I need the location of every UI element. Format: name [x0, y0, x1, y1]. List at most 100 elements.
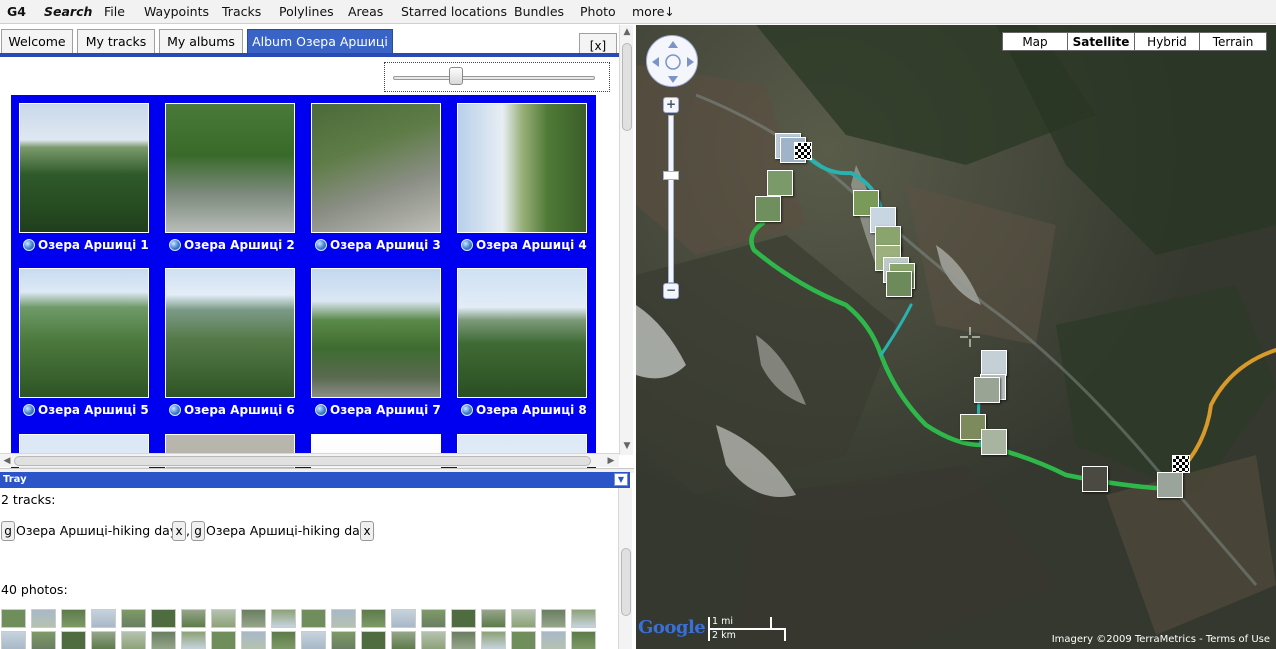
menu-more[interactable]: more↓ — [632, 4, 675, 19]
tray-photo-thumbnail[interactable] — [31, 609, 56, 628]
photo-caption[interactable]: Озера Аршиці 4 — [461, 238, 587, 252]
photo-thumbnail[interactable] — [19, 103, 149, 233]
zoom-out-button[interactable]: − — [663, 283, 679, 299]
tray-photo-thumbnail[interactable] — [451, 609, 476, 628]
zoom-in-button[interactable]: + — [663, 97, 679, 113]
tray-scrollbar[interactable] — [618, 488, 632, 649]
album-photo[interactable]: Озера Аршиці 2 — [165, 103, 295, 263]
scrollbar-thumb[interactable] — [622, 43, 632, 131]
menu-polylines[interactable]: Polylines — [279, 4, 334, 19]
zoom-rail[interactable] — [668, 115, 674, 283]
tray-photo-thumbnail[interactable] — [31, 631, 56, 649]
tray-photo-thumbnail[interactable] — [181, 631, 206, 649]
scroll-right-icon[interactable]: ▶ — [604, 454, 618, 468]
tab-album[interactable]: Album Озера Аршиці — [247, 29, 393, 53]
tray-photo-thumbnail[interactable] — [361, 631, 386, 649]
tray-photo-thumbnail[interactable] — [61, 631, 86, 649]
tray-photo-thumbnail[interactable] — [301, 609, 326, 628]
album-photo[interactable]: Озера Аршиці 3 — [311, 103, 441, 263]
photo-marker[interactable] — [1157, 472, 1183, 498]
tray-photo-thumbnail[interactable] — [331, 631, 356, 649]
tray-photo-thumbnail[interactable] — [541, 631, 566, 649]
go-to-track-button[interactable]: g — [1, 521, 15, 541]
tray-photo-thumbnail[interactable] — [211, 631, 236, 649]
photo-caption[interactable]: Озера Аршиці 7 — [315, 403, 441, 417]
chevron-down-icon[interactable]: ▼ — [614, 473, 628, 486]
album-photo[interactable]: Озера Аршиці 6 — [165, 268, 295, 428]
tray-photo-thumbnail[interactable] — [121, 609, 146, 628]
tray-photo-thumbnail[interactable] — [241, 631, 266, 649]
scroll-down-icon[interactable]: ▼ — [620, 439, 634, 453]
tab-my-albums[interactable]: My albums — [159, 29, 243, 53]
album-photo[interactable]: Озера Аршиці 1 — [19, 103, 149, 263]
photo-marker[interactable] — [974, 377, 1000, 403]
map-type-hybrid[interactable]: Hybrid — [1134, 32, 1200, 51]
map-type-terrain[interactable]: Terrain — [1199, 32, 1267, 51]
tray-photo-thumbnail[interactable] — [241, 609, 266, 628]
tray-photo-thumbnail[interactable] — [331, 609, 356, 628]
tab-my-tracks[interactable]: My tracks — [77, 29, 155, 53]
scroll-up-icon[interactable]: ▲ — [620, 25, 634, 39]
tray-photo-thumbnail[interactable] — [571, 631, 596, 649]
scroll-left-icon[interactable]: ◀ — [0, 454, 14, 468]
album-photo[interactable]: Озера Аршиці 8 — [457, 268, 587, 428]
tray-photo-thumbnail[interactable] — [451, 631, 476, 649]
map-type-satellite[interactable]: Satellite — [1067, 32, 1135, 51]
tray-photo-thumbnail[interactable] — [481, 609, 506, 628]
map-attribution[interactable]: Imagery ©2009 TerraMetrics - Terms of Us… — [1052, 634, 1270, 645]
photo-marker[interactable] — [886, 271, 912, 297]
tray-photo-thumbnail[interactable] — [421, 631, 446, 649]
album-photo[interactable]: Озера Аршиці 7 — [311, 268, 441, 428]
menu-waypoints[interactable]: Waypoints — [144, 4, 209, 19]
tray-photo-thumbnail[interactable] — [391, 609, 416, 628]
photo-thumbnail[interactable] — [165, 103, 295, 233]
tray-photo-thumbnail[interactable] — [301, 631, 326, 649]
tray-photo-thumbnail[interactable] — [91, 609, 116, 628]
finish-flag-icon[interactable] — [1172, 455, 1190, 473]
photo-marker[interactable] — [755, 196, 781, 222]
photo-caption[interactable]: Озера Аршиці 2 — [169, 238, 295, 252]
tray-photo-thumbnail[interactable] — [391, 631, 416, 649]
slider-thumb[interactable] — [449, 67, 464, 85]
menu-bundles[interactable]: Bundles — [514, 4, 564, 19]
photo-marker[interactable] — [1082, 466, 1108, 492]
photo-thumbnail[interactable] — [457, 103, 587, 233]
photo-thumbnail[interactable] — [311, 103, 441, 233]
tray-photo-thumbnail[interactable] — [151, 631, 176, 649]
tray-photo-thumbnail[interactable] — [541, 609, 566, 628]
photo-thumbnail[interactable] — [19, 268, 149, 398]
album-horizontal-scrollbar[interactable]: ◀ ▶ — [0, 453, 619, 467]
tray-photo-thumbnail[interactable] — [361, 609, 386, 628]
photo-thumbnail[interactable] — [311, 268, 441, 398]
tray-photo-thumbnail[interactable] — [61, 609, 86, 628]
photo-caption[interactable]: Озера Аршиці 8 — [461, 403, 587, 417]
thumbnail-size-slider[interactable] — [384, 62, 610, 92]
photo-marker[interactable] — [767, 170, 793, 196]
zoom-slider-thumb[interactable] — [663, 171, 679, 180]
tray-photo-thumbnail[interactable] — [271, 609, 296, 628]
go-to-track-button[interactable]: g — [191, 521, 205, 541]
remove-track-button[interactable]: x — [360, 521, 374, 541]
pan-control[interactable] — [646, 35, 698, 87]
tray-photo-thumbnail[interactable] — [121, 631, 146, 649]
menu-photo[interactable]: Photo — [580, 4, 616, 19]
menu-search[interactable]: Search — [44, 4, 92, 19]
map-view[interactable]: Map Satellite Hybrid Terrain + − Google … — [636, 25, 1276, 649]
tray-photo-thumbnail[interactable] — [511, 609, 536, 628]
track-name[interactable]: Озера Аршиці-hiking day2 — [16, 521, 185, 541]
tray-photo-thumbnail[interactable] — [1, 631, 26, 649]
remove-track-button[interactable]: x — [172, 521, 186, 541]
map-type-map[interactable]: Map — [1002, 32, 1068, 51]
tray-photo-thumbnail[interactable] — [571, 609, 596, 628]
scrollbar-thumb[interactable] — [621, 548, 631, 616]
tray-photo-thumbnail[interactable] — [211, 609, 236, 628]
scrollbar-thumb[interactable] — [14, 456, 591, 466]
tray-photo-thumbnail[interactable] — [481, 631, 506, 649]
tab-welcome[interactable]: Welcome — [1, 29, 73, 53]
photo-marker[interactable] — [981, 429, 1007, 455]
photo-caption[interactable]: Озера Аршиці 3 — [315, 238, 441, 252]
track-name[interactable]: Озера Аршиці-hiking day1 — [206, 521, 375, 541]
menu-areas[interactable]: Areas — [348, 4, 383, 19]
menu-starred-locations[interactable]: Starred locations — [401, 4, 507, 19]
album-photo[interactable]: Озера Аршиці 5 — [19, 268, 149, 428]
